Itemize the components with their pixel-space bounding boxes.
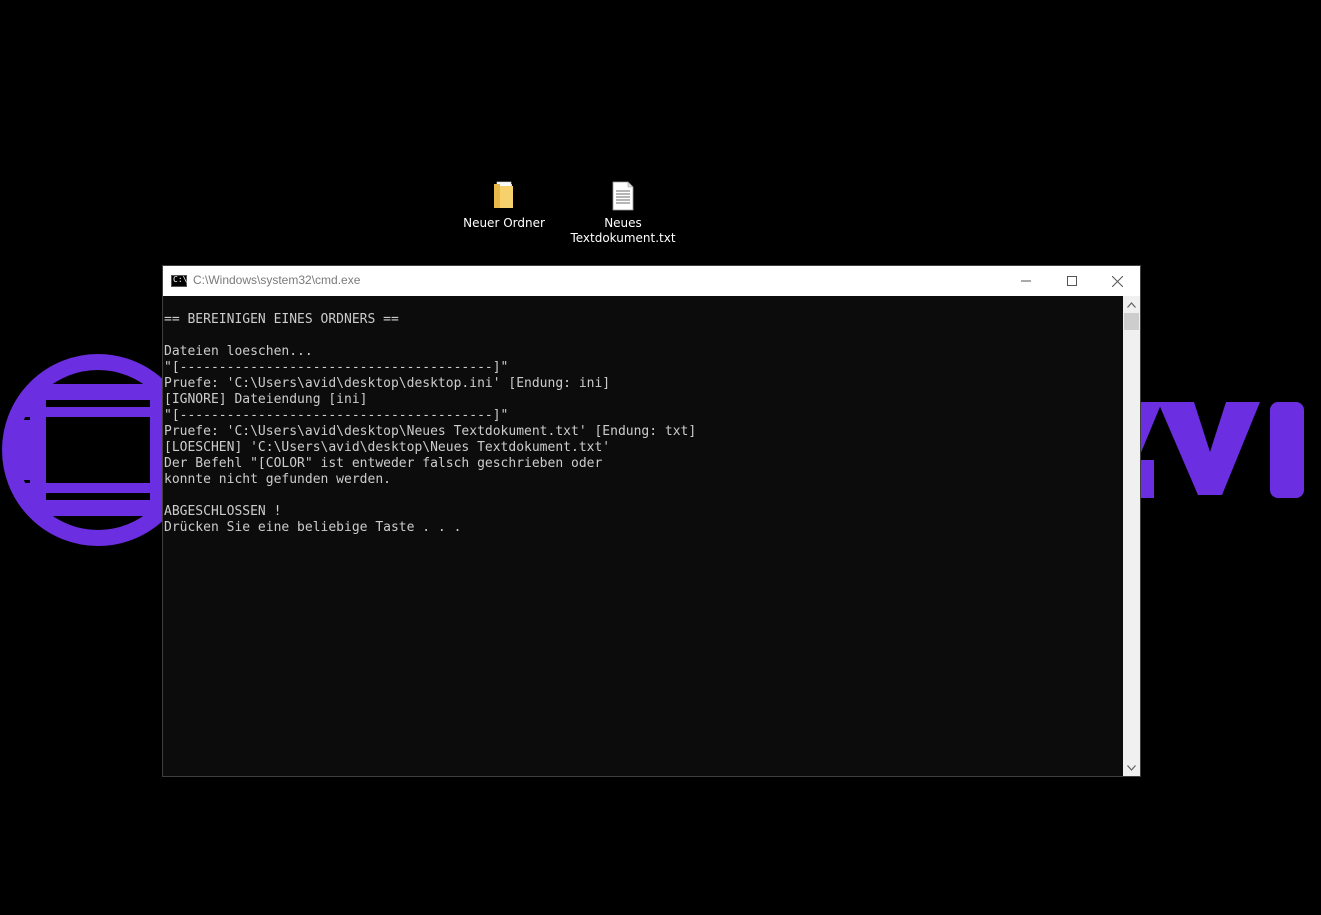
desktop-icon-label: Neuer Ordner	[463, 216, 545, 230]
console-output[interactable]: == BEREINIGEN EINES ORDNERS == Dateien lo…	[163, 296, 1123, 776]
minimize-icon	[1021, 280, 1031, 282]
console-line: ABGESCHLOSSEN !	[164, 504, 282, 519]
scroll-thumb[interactable]	[1124, 313, 1139, 330]
maximize-button[interactable]	[1049, 266, 1095, 296]
desktop-icon-neuer-ordner[interactable]: Neuer Ordner	[449, 180, 559, 231]
minimize-button[interactable]	[1003, 266, 1049, 296]
text-file-icon	[612, 181, 634, 211]
maximize-icon	[1067, 276, 1077, 286]
avid-reel-icon	[2, 354, 194, 546]
console-line: [IGNORE] Dateiendung [ini]	[164, 392, 368, 407]
vertical-scrollbar[interactable]	[1123, 296, 1140, 776]
console-line: konnte nicht gefunden werden.	[164, 472, 391, 487]
chevron-up-icon	[1127, 301, 1136, 308]
window-titlebar[interactable]: C:\ C:\Windows\system32\cmd.exe	[163, 266, 1140, 296]
console-line: Dateien loeschen...	[164, 344, 313, 359]
window-title: C:\Windows\system32\cmd.exe	[193, 273, 361, 287]
close-button[interactable]	[1094, 266, 1140, 296]
avid-wordmark	[1140, 402, 1304, 498]
close-icon	[1111, 275, 1123, 287]
desktop: Neuer Ordner Neues Textdokument.txt C:\ …	[0, 0, 1321, 915]
scroll-down-button[interactable]	[1123, 759, 1140, 776]
cmd-icon: C:\	[171, 275, 187, 287]
console-line: == BEREINIGEN EINES ORDNERS ==	[164, 312, 399, 327]
cmd-window[interactable]: C:\ C:\Windows\system32\cmd.exe == BEREI…	[162, 265, 1141, 777]
desktop-icon-textdokument[interactable]: Neues Textdokument.txt	[568, 180, 678, 246]
console-line: Pruefe: 'C:\Users\avid\desktop\Neues Tex…	[164, 424, 697, 439]
console-line: "[--------------------------------------…	[164, 360, 509, 375]
console-text: == BEREINIGEN EINES ORDNERS == Dateien lo…	[164, 312, 696, 536]
console-line: [LOESCHEN] 'C:\Users\avid\desktop\Neues …	[164, 440, 611, 455]
console-line: Der Befehl "[COLOR" ist entweder falsch …	[164, 456, 603, 471]
console-line: Drücken Sie eine beliebige Taste . . .	[164, 520, 462, 535]
console-line: Pruefe: 'C:\Users\avid\desktop\desktop.i…	[164, 376, 611, 391]
console-line: "[--------------------------------------…	[164, 408, 509, 423]
scroll-up-button[interactable]	[1123, 296, 1140, 313]
chevron-down-icon	[1127, 764, 1136, 771]
desktop-icon-label: Neues Textdokument.txt	[570, 216, 676, 245]
folder-icon	[494, 181, 513, 208]
